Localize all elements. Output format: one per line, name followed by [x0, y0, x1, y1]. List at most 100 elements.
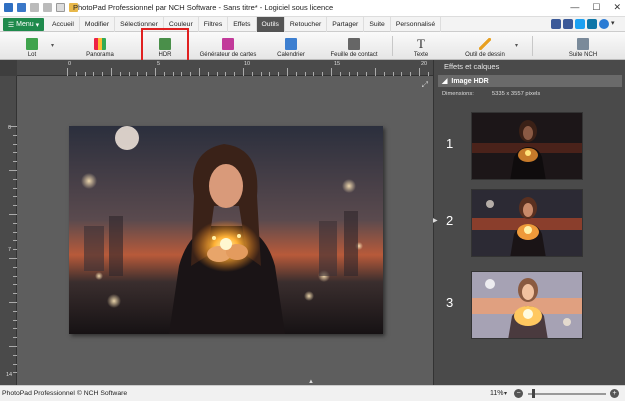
ruler-tick — [111, 68, 112, 76]
undo-icon[interactable] — [30, 3, 39, 12]
hdr-thumb-image — [472, 190, 582, 256]
contact-sheet-button[interactable]: Feuille de contact — [330, 34, 378, 58]
hdr-item-number: 1 — [446, 136, 454, 151]
tab-effets[interactable]: Effets — [228, 17, 257, 32]
lot-button[interactable]: Lot ▾ — [24, 34, 54, 58]
batch-icon — [26, 38, 38, 50]
text-icon: T — [417, 36, 425, 51]
nch-suite-label: Suite NCH — [568, 52, 598, 58]
zoom-slider-thumb[interactable] — [531, 389, 535, 398]
card-generator-label: Générateur de cartes — [199, 52, 257, 58]
ruler-number: 20 — [421, 61, 428, 67]
dimensions-value: 5335 x 3557 pixels — [491, 91, 541, 97]
calendar-button[interactable]: Calendrier — [276, 34, 306, 58]
contact-sheet-label: Feuille de contact — [330, 52, 378, 58]
lot-dropdown-icon[interactable]: ▾ — [51, 42, 54, 49]
ruler-tick — [331, 68, 332, 76]
draw-tool-label: Outil de dessin — [465, 52, 505, 58]
nch-suite-button[interactable]: Suite NCH — [567, 34, 599, 58]
hdr-item-number: 2 — [446, 213, 454, 228]
tab-retoucher[interactable]: Retoucher — [285, 17, 328, 32]
window-title: PhotoPad Professionnel par NCH Software … — [73, 3, 334, 12]
zoom-level: 11% — [490, 390, 504, 397]
menu-label: Menu — [16, 21, 34, 28]
ribbon-tabs: Accueil Modifier Sélectionner Couleur Fi… — [47, 17, 442, 32]
card-generator-button[interactable]: Générateur de cartes — [199, 34, 257, 58]
zoom-slider-track[interactable] — [528, 393, 606, 395]
hdr-source-item[interactable]: 1 — [434, 112, 625, 180]
maximize-button[interactable]: ☐ — [592, 2, 600, 13]
toolbar-separator — [392, 36, 393, 56]
zoom-dropdown-icon[interactable]: ▾ — [504, 390, 507, 397]
toolbar-separator — [532, 36, 533, 56]
draw-tool-button[interactable]: Outil de dessin ▾ — [464, 34, 518, 58]
contact-sheet-icon — [348, 38, 360, 50]
collapse-triangle-icon: ◢ — [442, 78, 448, 85]
hdr-thumbnail[interactable] — [471, 112, 583, 180]
ruler-tick — [9, 346, 17, 347]
panorama-icon — [94, 38, 106, 50]
tab-accueil[interactable]: Accueil — [47, 17, 80, 32]
app-icon — [4, 3, 13, 12]
calendar-icon — [285, 38, 297, 50]
ruler-tick — [287, 68, 288, 76]
hdr-source-item[interactable]: 2 — [434, 189, 625, 257]
draw-icon — [479, 38, 491, 50]
draw-dropdown-icon[interactable]: ▾ — [515, 42, 518, 49]
title-bar: PhotoPad Professionnel par NCH Software … — [0, 0, 625, 17]
facebook-icon[interactable] — [563, 19, 573, 29]
ruler-tick — [155, 68, 156, 76]
ruler-tick — [9, 214, 17, 215]
ruler-tick — [9, 126, 17, 127]
ruler-number: 5 — [157, 61, 161, 67]
linkedin-icon[interactable] — [587, 19, 597, 29]
ruler-tick — [243, 68, 244, 76]
ruler-tick — [67, 68, 68, 76]
ruler-number: 10 — [244, 61, 251, 67]
zoom-out-button[interactable]: − — [514, 389, 523, 398]
tab-filtres[interactable]: Filtres — [199, 17, 229, 32]
tab-modifier[interactable]: Modifier — [80, 17, 116, 32]
dropdown-icon[interactable]: ▾ — [611, 19, 621, 29]
tab-outils[interactable]: Outils — [256, 17, 285, 32]
menu-button[interactable]: ☰ Menu ▾ — [3, 18, 44, 31]
hdr-group-header[interactable]: ◢ Image HDR — [438, 75, 622, 87]
tab-suite[interactable]: Suite — [364, 17, 391, 32]
dimensions-row: Dimensions: 5335 x 3557 pixels — [442, 91, 540, 97]
main-photo[interactable] — [69, 126, 383, 334]
chevron-down-icon: ▾ — [35, 21, 40, 29]
image-canvas[interactable]: ⤢ — [17, 76, 433, 385]
ruler-number: 7 — [8, 247, 12, 253]
effects-panel: ▶ Effets et calques ◢ Image HDR Dimensio… — [433, 60, 625, 385]
zoom-in-button[interactable]: + — [610, 389, 619, 398]
redo-icon[interactable] — [43, 3, 52, 12]
text-label: Texte — [413, 52, 429, 58]
panel-title: Effets et calques — [444, 62, 500, 71]
left-ruler: 0 7 14 — [0, 76, 17, 385]
minimize-button[interactable]: — — [570, 2, 579, 13]
nch-suite-icon — [577, 38, 589, 50]
window-controls: — ☐ ✕ — [570, 2, 621, 13]
save-icon[interactable] — [17, 3, 26, 12]
like-icon[interactable] — [551, 19, 561, 29]
hdr-source-item[interactable]: 3 — [434, 271, 625, 339]
ruler-tick — [9, 302, 17, 303]
new-file-icon[interactable] — [56, 3, 65, 12]
ruler-tick — [9, 170, 17, 171]
hdr-item-number: 3 — [446, 295, 454, 310]
hdr-thumbnail[interactable] — [471, 271, 583, 339]
tab-personnalise[interactable]: Personnalisé — [391, 17, 442, 32]
tab-partager[interactable]: Partager — [327, 17, 365, 32]
help-icon[interactable] — [599, 19, 609, 29]
hdr-thumbnail[interactable] — [471, 189, 583, 257]
close-button[interactable]: ✕ — [613, 2, 621, 13]
hdr-thumb-image — [472, 272, 582, 338]
expand-icon[interactable]: ⤢ — [422, 80, 428, 90]
panorama-button[interactable]: Panorama — [83, 34, 117, 58]
status-bar: PhotoPad Professionnel © NCH Software 11… — [0, 385, 625, 401]
twitter-icon[interactable] — [575, 19, 585, 29]
ruler-tick — [199, 68, 200, 76]
text-button[interactable]: T Texte — [410, 34, 432, 58]
ribbon-toolbar: Lot ▾ Panorama HDR Générateur de cartes … — [0, 32, 625, 60]
social-icons: ▾ — [551, 19, 621, 29]
